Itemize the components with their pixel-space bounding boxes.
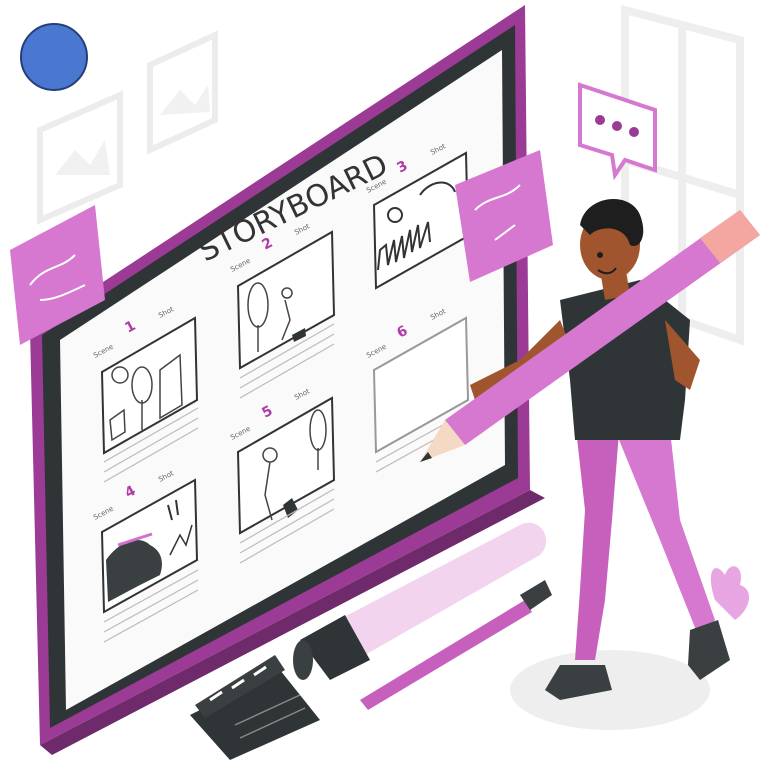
- status-dot: [20, 23, 88, 91]
- plant-decoration: [710, 566, 750, 620]
- storyboard-illustration: STORYBOARD Scene 1 Shot Scene 2 Shot Sce…: [10, 4, 760, 760]
- speech-bubble-icon: [578, 82, 657, 181]
